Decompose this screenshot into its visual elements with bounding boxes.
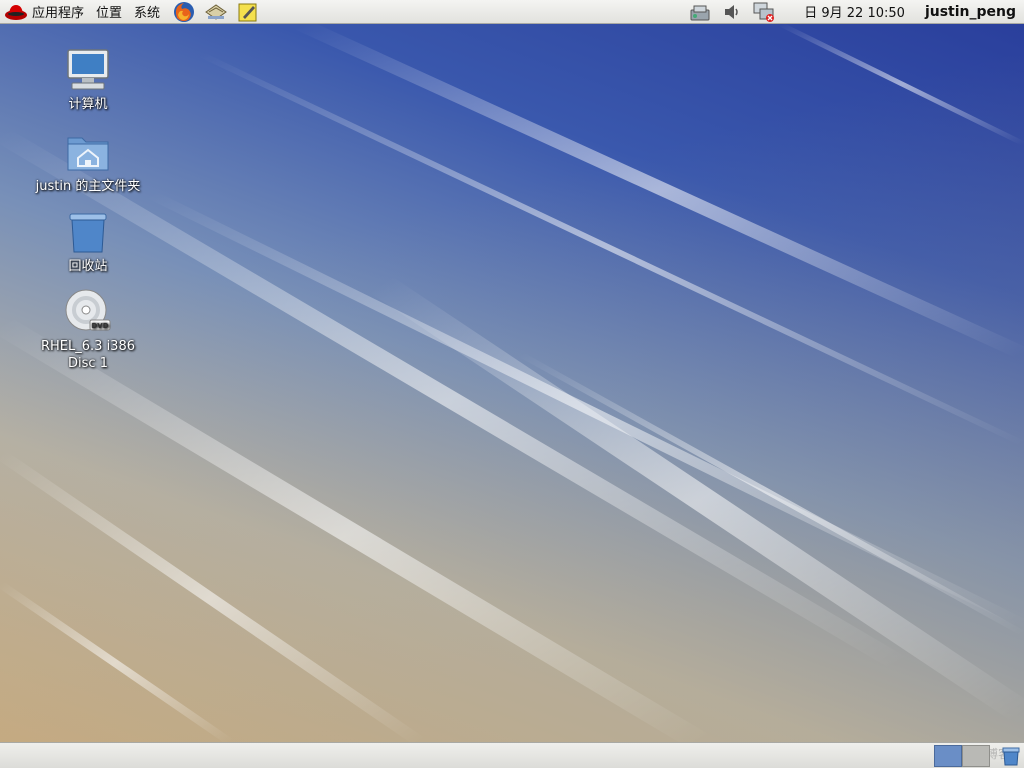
- applications-menu-label: 应用程序: [32, 6, 85, 21]
- top-panel: 应用程序 位置 系统 日 9月 22 10:50 justin_peng: [0, 0, 1024, 24]
- firefox-launcher[interactable]: [170, 0, 198, 24]
- notes-icon: [238, 3, 257, 21]
- clock[interactable]: 日 9月 22 10:50: [780, 2, 915, 21]
- svg-text:DVD: DVD: [91, 322, 108, 330]
- trash-applet-icon[interactable]: [1000, 745, 1022, 767]
- email-icon: [205, 3, 227, 20]
- network-status-applet[interactable]: [748, 0, 780, 24]
- system-menu-label: 系统: [134, 6, 161, 21]
- desktop-icon-label: RHEL_6.3 i386 Disc 1: [41, 339, 135, 371]
- firefox-icon: [174, 1, 195, 22]
- applications-menu[interactable]: 应用程序: [0, 0, 90, 24]
- wallpaper-streaks: [0, 24, 1024, 742]
- desktop-icon-label: 回收站: [68, 259, 108, 274]
- desktop-icon-dvd[interactable]: DVD RHEL_6.3 i386 Disc 1: [23, 288, 153, 372]
- network-disconnected-icon: [753, 2, 775, 22]
- places-menu[interactable]: 位置: [90, 0, 128, 24]
- system-menu[interactable]: 系统: [128, 0, 166, 24]
- home-folder-icon: [67, 137, 109, 171]
- notes-launcher[interactable]: [234, 0, 262, 24]
- workspace-2[interactable]: [962, 745, 990, 767]
- dvd-icon: DVD: [65, 289, 111, 331]
- desktop-icon-home[interactable]: justin 的主文件夹: [23, 128, 153, 195]
- redhat-logo-icon: [5, 4, 27, 20]
- volume-applet[interactable]: [716, 0, 748, 24]
- bottom-panel: @51CTO博客: [0, 742, 1024, 768]
- volume-icon: [725, 4, 738, 19]
- desktop-icon-label: justin 的主文件夹: [35, 179, 141, 194]
- network-icon: [690, 5, 710, 20]
- desktop: 计算机 justin 的主文件夹 回收站 DVD RHEL_6.3 i386 D…: [0, 24, 1024, 742]
- computer-icon: [67, 49, 109, 90]
- desktop-icon-label: 计算机: [68, 97, 108, 112]
- desktop-icon-computer[interactable]: 计算机: [23, 46, 153, 113]
- email-launcher[interactable]: [202, 0, 230, 24]
- desktop-icon-trash[interactable]: 回收站: [23, 208, 153, 275]
- user-switcher[interactable]: justin_peng: [915, 4, 1024, 20]
- trash-icon: [69, 213, 107, 253]
- places-menu-label: 位置: [96, 6, 123, 21]
- workspace-1[interactable]: [934, 745, 962, 767]
- network-applet[interactable]: [684, 0, 716, 24]
